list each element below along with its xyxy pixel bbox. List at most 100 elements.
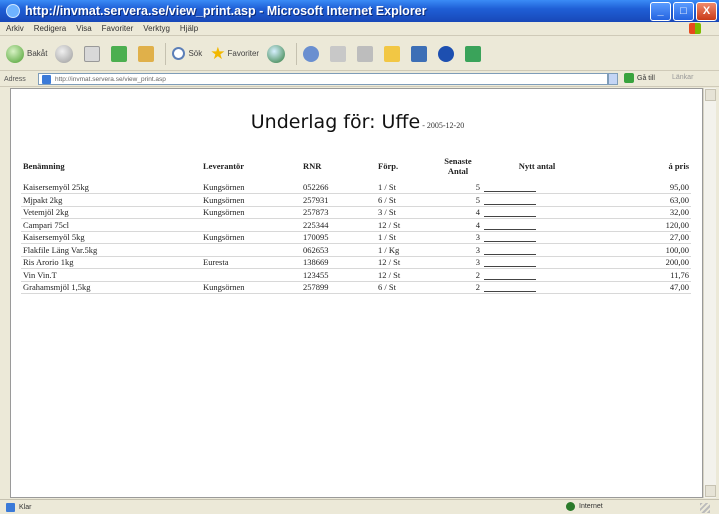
col-price: á pris [668, 161, 689, 171]
cell-unit: 6 / St [376, 281, 434, 294]
cell-rnr: 062653 [301, 243, 376, 257]
menu-favorites[interactable]: Favoriter [102, 24, 134, 33]
cell-supplier: Kungsörnen [201, 231, 301, 244]
cell-rnr: 225344 [301, 218, 376, 232]
messenger-button[interactable] [438, 45, 457, 62]
go-button[interactable]: Gå till [624, 73, 655, 83]
folder-button[interactable] [384, 45, 403, 62]
cell-rnr: 138669 [301, 256, 376, 269]
mail-button[interactable] [330, 45, 349, 62]
scroll-down-button[interactable] [705, 485, 716, 497]
search-button[interactable]: Sök [172, 47, 202, 60]
home-button[interactable] [138, 45, 157, 62]
cell-name: Kaisersemyöl 25kg [21, 181, 201, 194]
links-button[interactable]: Länkar [672, 74, 693, 81]
cell-new-qty[interactable] [482, 218, 592, 232]
col-last-qty: Senaste Antal [444, 156, 472, 176]
scroll-up-button[interactable] [705, 89, 716, 101]
table-row: Campari 75cl 225344 12 / St 4 120,00 [21, 218, 691, 232]
cell-price: 63,00 [592, 193, 691, 207]
menu-bar: Arkiv Redigera Visa Favoriter Verktyg Hj… [0, 22, 719, 36]
toolbar: Bakåt Sök ★ Favoriter [0, 37, 719, 71]
new-qty-blank[interactable] [484, 209, 536, 218]
cell-supplier: Euresta [201, 256, 301, 269]
table-row: Kaisersemyöl 5kg Kungsörnen 170095 1 / St 3 2… [21, 231, 691, 244]
new-qty-blank[interactable] [484, 247, 536, 255]
cell-unit: 3 / St [376, 206, 434, 219]
col-name: Benämning [23, 161, 65, 171]
close-button[interactable]: X [696, 1, 717, 21]
address-input[interactable]: http://invmat.servera.se/view_print.asp [38, 73, 608, 85]
menu-edit[interactable]: Redigera [34, 24, 66, 33]
menu-view[interactable]: Visa [76, 24, 91, 33]
cell-unit: 12 / St [376, 256, 434, 269]
history-button[interactable] [303, 45, 322, 62]
cell-unit: 1 / St [376, 181, 434, 194]
cell-last-qty: 3 [434, 256, 482, 269]
address-label: Adress [4, 75, 26, 83]
menu-help[interactable]: Hjälp [180, 24, 198, 33]
ie-logo-icon [6, 4, 20, 18]
cell-price: 100,00 [592, 243, 691, 257]
address-url: http://invmat.servera.se/view_print.asp [55, 75, 166, 83]
cell-last-qty: 4 [434, 218, 482, 232]
cell-new-qty[interactable] [482, 206, 592, 219]
cell-new-qty[interactable] [482, 231, 592, 244]
resize-grip[interactable] [700, 503, 710, 513]
cell-rnr: 257873 [301, 206, 376, 219]
stop-button[interactable] [84, 45, 103, 62]
cell-unit: 12 / St [376, 218, 434, 232]
address-bar: Adress http://invmat.servera.se/view_pri… [0, 72, 719, 87]
cell-rnr: 257899 [301, 281, 376, 294]
new-qty-blank[interactable] [484, 222, 536, 230]
refresh-button[interactable] [111, 45, 130, 62]
cell-supplier [201, 218, 301, 232]
cell-last-qty: 5 [434, 193, 482, 207]
cell-rnr: 052266 [301, 181, 376, 194]
internet-globe-icon [566, 502, 575, 511]
cell-price: 32,00 [592, 206, 691, 219]
favorites-star-icon: ★ [210, 43, 226, 63]
vertical-scrollbar[interactable] [703, 88, 716, 498]
col-supplier: Leverantör [203, 161, 245, 171]
new-qty-blank[interactable] [484, 259, 536, 268]
title-bar[interactable]: http://invmat.servera.se/view_print.asp … [0, 0, 719, 22]
print-button[interactable] [357, 45, 376, 62]
minimize-button[interactable]: _ [650, 1, 671, 21]
go-arrow-icon [624, 73, 634, 83]
cell-new-qty[interactable] [482, 281, 592, 294]
table-row: Mjpakt 2kg Kungsörnen 257931 6 / St 5 63,00 [21, 193, 691, 207]
address-dropdown-button[interactable] [608, 73, 618, 85]
maximize-button[interactable]: □ [673, 1, 694, 21]
new-qty-blank[interactable] [484, 197, 536, 205]
page-date: - 2005-12-20 [420, 121, 465, 130]
back-button[interactable]: Bakåt [6, 44, 47, 63]
new-qty-blank[interactable] [484, 284, 536, 293]
cell-new-qty[interactable] [482, 181, 592, 194]
menu-file[interactable]: Arkiv [6, 24, 24, 33]
back-arrow-icon [6, 44, 24, 63]
cell-last-qty: 2 [434, 268, 482, 282]
cell-new-qty[interactable] [482, 256, 592, 269]
cell-name: Grahamsmjöl 1,5kg [21, 281, 201, 294]
discuss-button[interactable] [411, 45, 430, 62]
cell-supplier: Kungsörnen [201, 206, 301, 219]
history-icon [303, 45, 320, 62]
cell-new-qty[interactable] [482, 243, 592, 257]
forward-button[interactable] [55, 44, 76, 63]
media-button[interactable] [267, 44, 288, 63]
extra-button[interactable] [465, 45, 484, 62]
cell-new-qty[interactable] [482, 193, 592, 207]
cell-last-qty: 2 [434, 281, 482, 294]
new-qty-blank[interactable] [484, 272, 536, 280]
new-qty-blank[interactable] [484, 184, 536, 192]
home-icon [138, 45, 155, 62]
new-qty-blank[interactable] [484, 234, 536, 243]
table-row: Vetemjöl 2kg Kungsörnen 257873 3 / St 4 32,00 [21, 206, 691, 219]
col-new-qty: Nytt antal [518, 161, 556, 171]
menu-tools[interactable]: Verktyg [143, 24, 170, 33]
windows-flag-icon [689, 23, 701, 34]
favorites-button[interactable]: ★ Favoriter [210, 44, 259, 64]
cell-new-qty[interactable] [482, 268, 592, 282]
cell-name: Campari 75cl [21, 218, 201, 232]
